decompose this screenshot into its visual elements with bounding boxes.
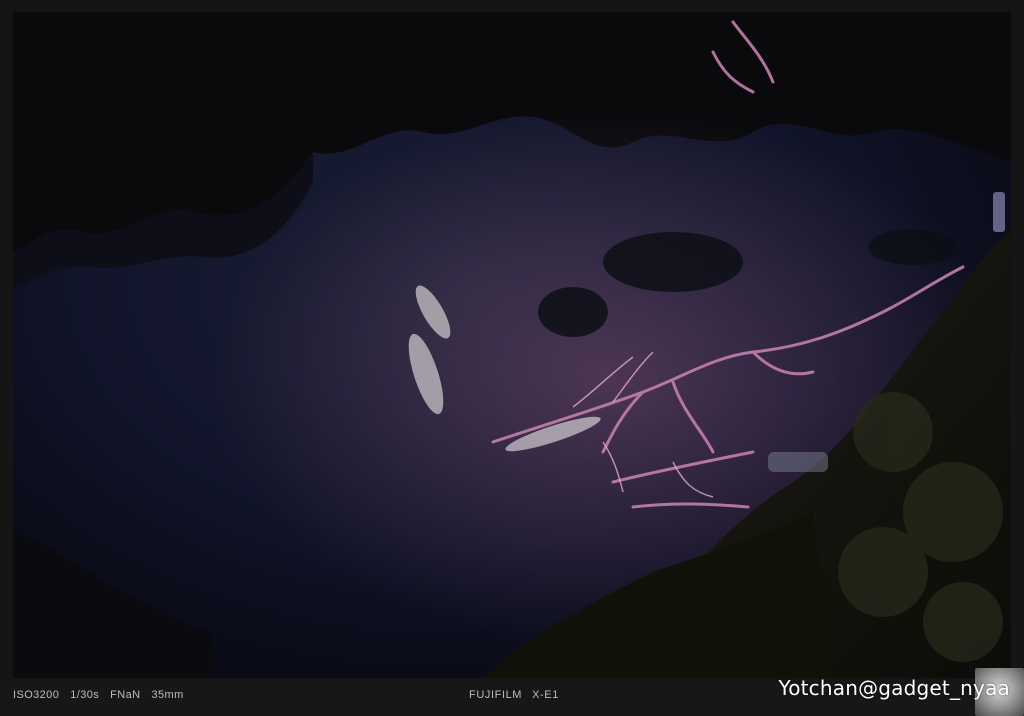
iso-value: ISO3200 (13, 689, 60, 701)
camera-model: X-E1 (532, 689, 559, 701)
koi-pond-photo (13, 12, 1011, 678)
photo-image (13, 12, 1011, 678)
aperture-value: FNaN (110, 689, 141, 701)
watermark-text: Yotchan@gadget_nyaa (778, 676, 1010, 700)
camera-info: FUJIFILM X-E1 (469, 689, 559, 701)
shutter-value: 1/30s (70, 689, 100, 701)
focal-length-value: 35mm (151, 689, 184, 701)
camera-brand: FUJIFILM (469, 689, 523, 701)
exif-settings: ISO3200 1/30s FNaN 35mm (13, 689, 184, 701)
